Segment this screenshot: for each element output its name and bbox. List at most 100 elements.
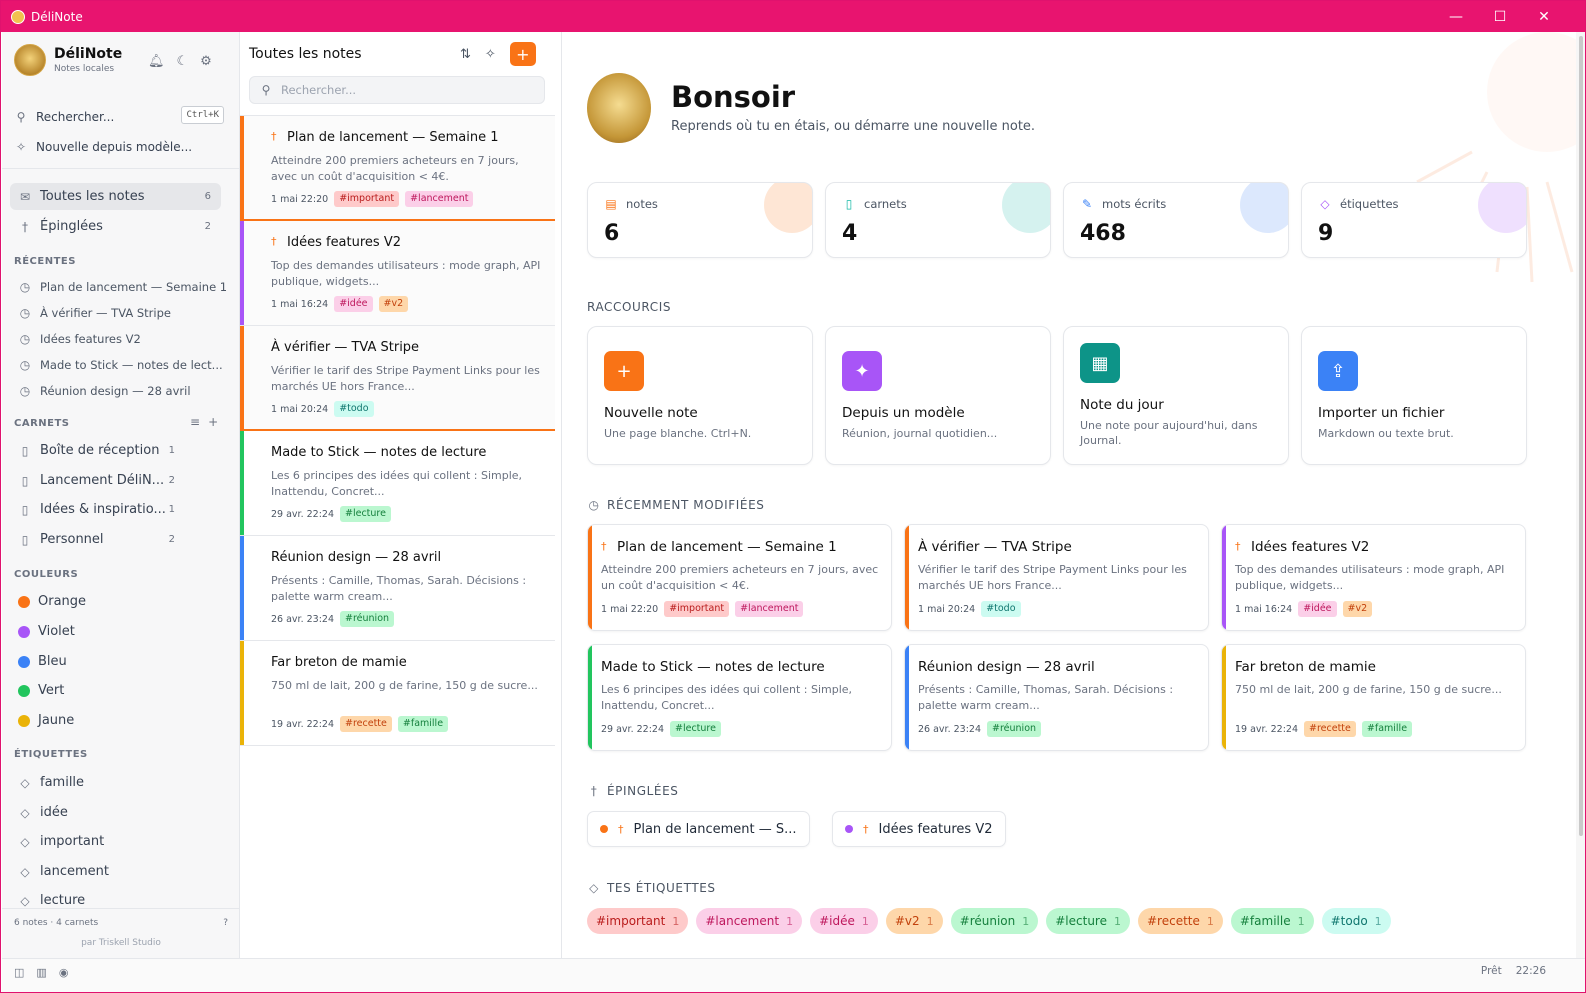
layers-icon[interactable]: ≡ (190, 415, 200, 429)
note-card[interactable]: † Plan de lancement — Semaine 1 Atteindre … (240, 116, 555, 221)
note-card[interactable]: Far breton de mamie 750 ml de lait, 200 g… (240, 641, 555, 746)
tag-filter-chip[interactable]: #important 1 (587, 908, 689, 934)
tag-chip[interactable]: #idée (334, 296, 373, 312)
tag-filter-chip[interactable]: #recette 1 (1137, 908, 1223, 934)
recent-item[interactable]: ◷ Idées features V2 (18, 332, 141, 346)
notebook-item[interactable]: ▯ Personnel 2 (10, 526, 221, 553)
tag-chip[interactable]: #v2 (1342, 601, 1373, 617)
note-color-bar (240, 536, 244, 640)
tag-chip[interactable]: #idée (1298, 601, 1337, 617)
tag-filter-chip[interactable]: #idée 1 (810, 908, 878, 934)
sort-icon[interactable]: ⇅ (460, 47, 471, 62)
note-card[interactable]: † Idées features V2 Top des demandes utili… (240, 221, 555, 326)
notebook-item[interactable]: ▯ Boîte de réception 1 (10, 437, 221, 464)
recent-note-card[interactable]: † Plan de lancement — Semaine 1 Atteindre … (587, 524, 892, 631)
tag-chip[interactable]: #recette (1304, 721, 1356, 737)
tag-chip-label: #recette (1146, 914, 1200, 928)
recent-title-label: RÉCEMMENT MODIFIÉES (607, 498, 765, 512)
scrollbar-thumb[interactable] (1579, 36, 1583, 836)
tag-item[interactable]: ◇ idée (10, 799, 221, 826)
moon-icon[interactable]: ☾ (177, 54, 189, 69)
list-tools: ⇅ ✧ + (460, 42, 536, 66)
panel-toggle-icon[interactable]: ▥ (36, 966, 46, 979)
note-title: Plan de lancement — Semaine 1 (287, 130, 499, 145)
tag-chip[interactable]: #recette (340, 716, 392, 732)
note-card[interactable]: À vérifier — TVA Stripe Vérifier le tarif… (240, 326, 555, 431)
tag-filter-chip[interactable]: #todo 1 (1321, 908, 1391, 934)
recent-note-card[interactable]: Made to Stick — notes de lecture Les 6 pr… (587, 644, 892, 751)
recent-item[interactable]: ◷ Plan de lancement — Semaine 1 (18, 280, 227, 294)
tag-filter-chip[interactable]: #lancement 1 (696, 908, 803, 934)
recent-item[interactable]: ◷ À vérifier — TVA Stripe (18, 306, 171, 320)
recent-note-card[interactable]: † Idées features V2 Top des demandes utili… (1221, 524, 1526, 631)
close-button[interactable]: ✕ (1521, 1, 1567, 32)
tag-chip[interactable]: #todo (334, 401, 374, 417)
recent-note-card[interactable]: Far breton de mamie 750 ml de lait, 200 g… (1221, 644, 1526, 751)
pinned-note-chip[interactable]: † Idées features V2 (832, 811, 1006, 847)
tag-chip[interactable]: #lancement (735, 601, 804, 617)
notebook-item[interactable]: ▯ Idées & inspiratio... 1 (10, 496, 221, 523)
gear-icon[interactable]: ⚙ (200, 54, 212, 69)
list-search-input[interactable]: ⚲ Rechercher... (249, 76, 545, 104)
pinned-note-chip[interactable]: † Plan de lancement — S... (587, 811, 810, 847)
note-title: Idées features V2 (1251, 539, 1370, 555)
sidebar-toggle-icon[interactable]: ◫ (14, 966, 24, 979)
minimize-button[interactable]: — (1433, 1, 1479, 32)
note-card[interactable]: Réunion design — 28 avril Présents : Cami… (240, 536, 555, 641)
daily-note-shortcut[interactable]: ▦ Note du jour Une note pour aujourd'hui, … (1063, 326, 1289, 465)
color-item-jaune[interactable]: Jaune (10, 707, 221, 734)
tag-chip[interactable]: #important (334, 191, 400, 207)
tag-item[interactable]: ◇ lancement (10, 858, 221, 885)
tag-item[interactable]: ◇ famille (10, 769, 221, 796)
help-button[interactable]: ? (223, 918, 228, 928)
tag-item[interactable]: ◇ important (10, 828, 221, 855)
stat-label-row: ✎ mots écrits (1080, 197, 1166, 211)
color-item-violet[interactable]: Violet (10, 618, 221, 645)
add-notebook-icon[interactable]: + (208, 415, 218, 429)
tag-chip[interactable]: #famille (397, 716, 449, 732)
recent-item[interactable]: ◷ Made to Stick — notes de lect... (18, 358, 223, 372)
recent-item[interactable]: ◷ Réunion design — 28 avril (18, 384, 191, 398)
tag-chip[interactable]: #lecture (670, 721, 721, 737)
eye-icon[interactable]: ◉ (59, 966, 69, 979)
tag-chip[interactable]: #lancement (405, 191, 474, 207)
color-label: Bleu (38, 654, 67, 669)
notebook-icon: ▯ (21, 473, 29, 488)
new-note-shortcut[interactable]: + Nouvelle note Une page blanche. Ctrl+N. (587, 326, 813, 465)
color-item-orange[interactable]: Orange (10, 588, 221, 615)
color-item-bleu[interactable]: Bleu (10, 648, 221, 675)
tag-filter-chip[interactable]: #v2 1 (885, 908, 943, 934)
recent-note-card[interactable]: Réunion design — 28 avril Présents : Cami… (904, 644, 1209, 751)
bell-icon[interactable]: 🔔︎ (148, 54, 165, 69)
tag-chip[interactable]: #réunion (987, 721, 1042, 737)
maximize-button[interactable]: ☐ (1477, 1, 1523, 32)
color-item-vert[interactable]: Vert (10, 677, 221, 704)
tag-chip[interactable]: #lecture (340, 506, 391, 522)
tag-chip[interactable]: #famille (1361, 721, 1413, 737)
main-scrollbar[interactable] (1576, 32, 1585, 958)
new-note-button[interactable]: + (509, 42, 536, 66)
tag-chip[interactable]: #important (664, 601, 730, 617)
sidebar-search-button[interactable]: ⚲ Rechercher... Ctrl+K (14, 106, 224, 128)
new-from-template-button[interactable]: ✧ Nouvelle depuis modèle... (14, 140, 192, 154)
note-card[interactable]: Made to Stick — notes de lecture Les 6 pr… (240, 431, 555, 536)
stat-blob (764, 183, 812, 233)
nav-all-notes[interactable]: ✉ Toutes les notes 6 (10, 183, 221, 210)
list-title: Toutes les notes (249, 46, 362, 62)
tag-item[interactable]: ◇ lecture (10, 887, 221, 914)
tag-chip[interactable]: #todo (981, 601, 1021, 617)
import-file-shortcut[interactable]: ⇪ Importer un fichier Markdown ou texte br… (1301, 326, 1527, 465)
tag-chip[interactable]: #réunion (340, 611, 395, 627)
tag-filter-chip[interactable]: #réunion 1 (950, 908, 1039, 934)
recent-note-card[interactable]: À vérifier — TVA Stripe Vérifier le tarif… (904, 524, 1209, 631)
nav-pinned[interactable]: † Épinglées 2 (10, 213, 221, 240)
tag-filter-chip[interactable]: #lecture 1 (1046, 908, 1130, 934)
divider (2, 168, 239, 169)
tag-chip[interactable]: #v2 (378, 296, 409, 312)
note-date: 1 mai 22:20 (601, 603, 659, 615)
notebook-item[interactable]: ▯ Lancement DéliN... 2 (10, 467, 221, 494)
tag-filter-chip[interactable]: #famille 1 (1230, 908, 1314, 934)
sparkle-icon[interactable]: ✧ (485, 47, 496, 62)
note-title: Réunion design — 28 avril (918, 659, 1095, 675)
template-shortcut[interactable]: ✦ Depuis un modèle Réunion, journal quotid… (825, 326, 1051, 465)
